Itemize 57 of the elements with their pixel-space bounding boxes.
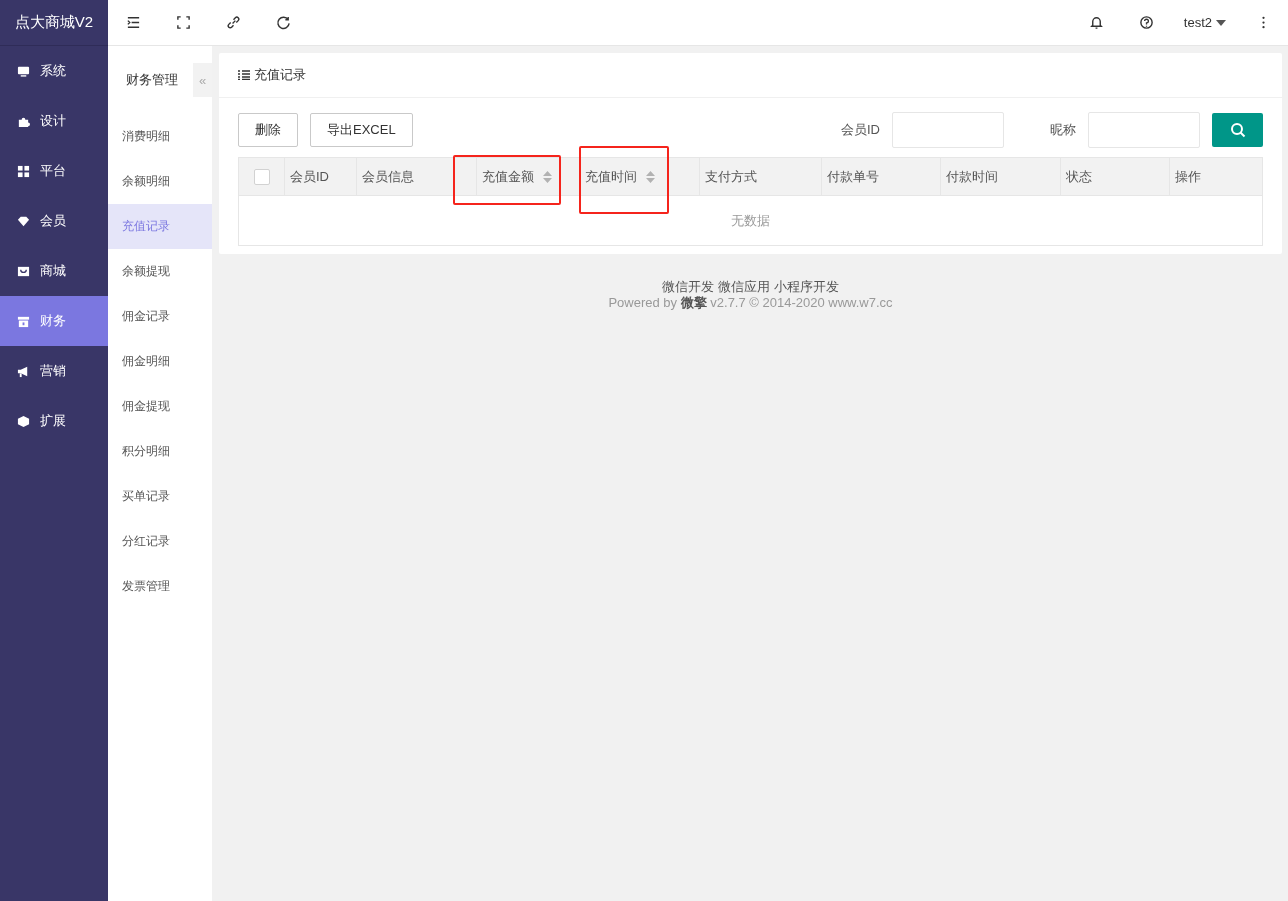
wallet-icon [17,314,30,328]
submenu-item[interactable]: 积分明细 [108,429,212,474]
caret-icon [1216,19,1226,26]
empty-message: 无数据 [731,211,770,230]
column-header: 会员信息 [362,167,414,186]
powered-by-text: Powered by 微擎 v2.7.7 © 2014-2020 www.w7.cc [607,295,894,311]
column-header: 状态 [1066,167,1092,186]
filter-field[interactable] [892,112,1004,148]
bag-icon [17,264,30,278]
header-cell[interactable]: 充值金额 [476,158,579,195]
column-header: 付款时间 [946,167,998,186]
filter-field[interactable] [1088,112,1200,148]
footer-link[interactable]: 微信开发 [662,279,714,295]
monitor-icon [17,64,30,78]
submenu-item[interactable]: 余额提现 [108,249,212,294]
filter-label: 会员ID [841,121,880,139]
user-menu[interactable]: test2 [1171,15,1238,30]
column-header: 会员ID [290,167,329,186]
filter-label: 昵称 [1050,121,1076,139]
card-title: 充值记录 [254,66,306,84]
submenu-item[interactable]: 佣金记录 [108,294,212,339]
footer-link[interactable]: 微信应用 [718,279,770,295]
submenu-item[interactable]: 佣金提现 [108,384,212,429]
column-header: 付款单号 [827,167,879,186]
column-header: 充值金额 [482,167,534,186]
toolbar-button[interactable]: 导出EXCEL [310,113,413,147]
main-menu-item[interactable]: 会员 [0,196,108,246]
cube-icon [17,414,30,428]
submenu-item[interactable]: 分红记录 [108,519,212,564]
search-button[interactable] [1212,113,1263,147]
main-menu-item[interactable]: 设计 [0,96,108,146]
grid-icon [17,164,30,178]
submenu-item[interactable]: 买单记录 [108,474,212,519]
main-menu-item[interactable]: 财务 [0,296,108,346]
main-menu-item[interactable]: 系统 [0,46,108,96]
sort-icon[interactable] [543,170,552,183]
submenu-title: 财务管理 [126,71,178,89]
sort-icon[interactable] [646,170,655,183]
footer-link[interactable]: 小程序开发 [774,279,839,295]
column-header: 支付方式 [705,167,757,186]
diamond-icon [17,214,30,228]
main-menu-item[interactable]: 扩展 [0,396,108,446]
main-menu-item[interactable]: 平台 [0,146,108,196]
search-icon [1229,122,1246,138]
main-menu-item[interactable]: 商城 [0,246,108,296]
column-header: 充值时间 [585,167,637,186]
main-menu-item[interactable]: 营销 [0,346,108,396]
column-header: 操作 [1175,167,1201,186]
list-icon [238,70,250,80]
submenu-item[interactable]: 佣金明细 [108,339,212,384]
select-all-checkbox[interactable] [253,168,270,185]
megaphone-icon [17,364,30,378]
submenu-item[interactable]: 余额明细 [108,159,212,204]
toolbar-button[interactable]: 删除 [238,113,298,147]
submenu-item[interactable]: 发票管理 [108,564,212,609]
submenu-item[interactable]: 消费明细 [108,114,212,159]
header-cell[interactable]: 充值时间 [579,158,699,195]
